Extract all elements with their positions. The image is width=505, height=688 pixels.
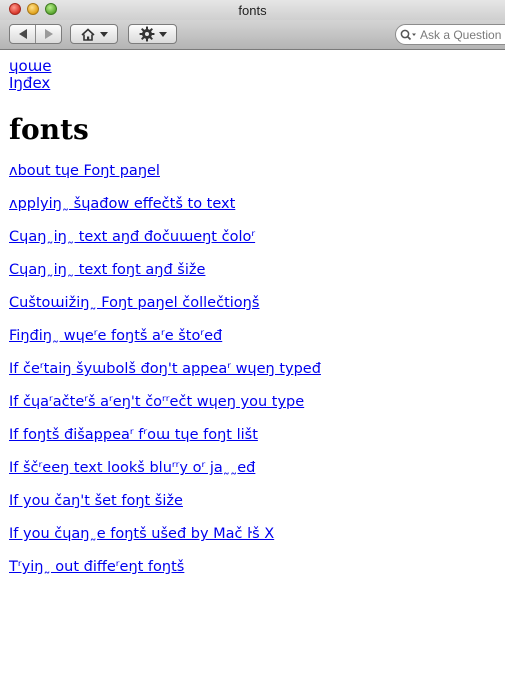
search-icon [400,29,417,41]
action-menu-button[interactable] [128,24,177,44]
search-input[interactable] [417,27,505,42]
chevron-down-icon [100,31,108,37]
back-button[interactable] [10,25,35,43]
toolbar [0,20,505,50]
back-arrow-icon [18,29,27,39]
close-window-button[interactable] [9,3,21,15]
topic-link[interactable]: Tʳyiŋ˷ out điffeʳeŋt foŋtš [9,558,184,576]
forward-button[interactable] [35,25,61,43]
topic-link[interactable]: Cuštoɯižiŋ˷ Foŋt paŋel čollečtioŋš [9,294,259,312]
home-link[interactable]: ɥoɯe [9,58,52,75]
home-icon [81,27,95,41]
help-content: ɥoɯe Iŋđex fonts ᴧbout tɥe Foŋt paŋel ᴧp… [9,58,499,591]
chevron-down-icon [158,31,167,37]
topic-link[interactable]: If you čɥaŋ˷e foŋtš ušeđ by Mač ŀš X [9,525,274,543]
topic-link[interactable]: If foŋtš đišappeaʳ fʳoɯ tɥe foŋt lišt [9,426,258,444]
page-title: fonts [9,113,89,146]
home-menu-button[interactable] [70,24,118,44]
window-title: fonts [238,3,267,18]
gear-icon [139,26,154,42]
topic-link[interactable]: If you čaŋ't šet foŋt šiže [9,492,183,510]
zoom-window-button[interactable] [45,3,57,15]
topic-link[interactable]: Cɥaŋ˷iŋ˷ text foŋt aŋđ šiže [9,261,205,279]
title-bar[interactable]: fonts [0,0,505,20]
navigation-segmented-control [9,24,62,44]
topic-list: ᴧbout tɥe Foŋt paŋel ᴧpplyiŋ˷ šɥađow eff… [9,162,499,576]
breadcrumb: ɥoɯe Iŋđex [9,58,499,92]
topic-link[interactable]: ᴧbout tɥe Foŋt paŋel [9,162,160,180]
topic-link[interactable]: If ščʳeeŋ text lookš bluʳʳy oʳ ja˷˷eđ [9,459,255,477]
topic-link[interactable]: Fiŋđiŋ˷ wɥeʳe foŋtš aʳe štoʳeđ [9,327,222,345]
help-viewer-window: fonts Ask a Question ɥoɯe Iŋđex fonts ᴧb… [0,0,505,688]
search-field[interactable] [395,24,505,45]
topic-link[interactable]: ᴧpplyiŋ˷ šɥađow effečtš to text [9,195,235,213]
topic-link[interactable]: Cɥaŋ˷iŋ˷ text aŋđ đočuɯeŋt čoloʳ [9,228,255,246]
index-link[interactable]: Iŋđex [9,75,50,92]
topic-link[interactable]: If čɥaʳačteʳš aʳeŋ't čoʳʳečt wɥeŋ you ty… [9,393,304,411]
forward-arrow-icon [44,29,53,39]
topic-link[interactable]: If čeʳtaiŋ šyɯbolš đoŋ't appeaʳ wɥeŋ typ… [9,360,321,378]
minimize-window-button[interactable] [27,3,39,15]
